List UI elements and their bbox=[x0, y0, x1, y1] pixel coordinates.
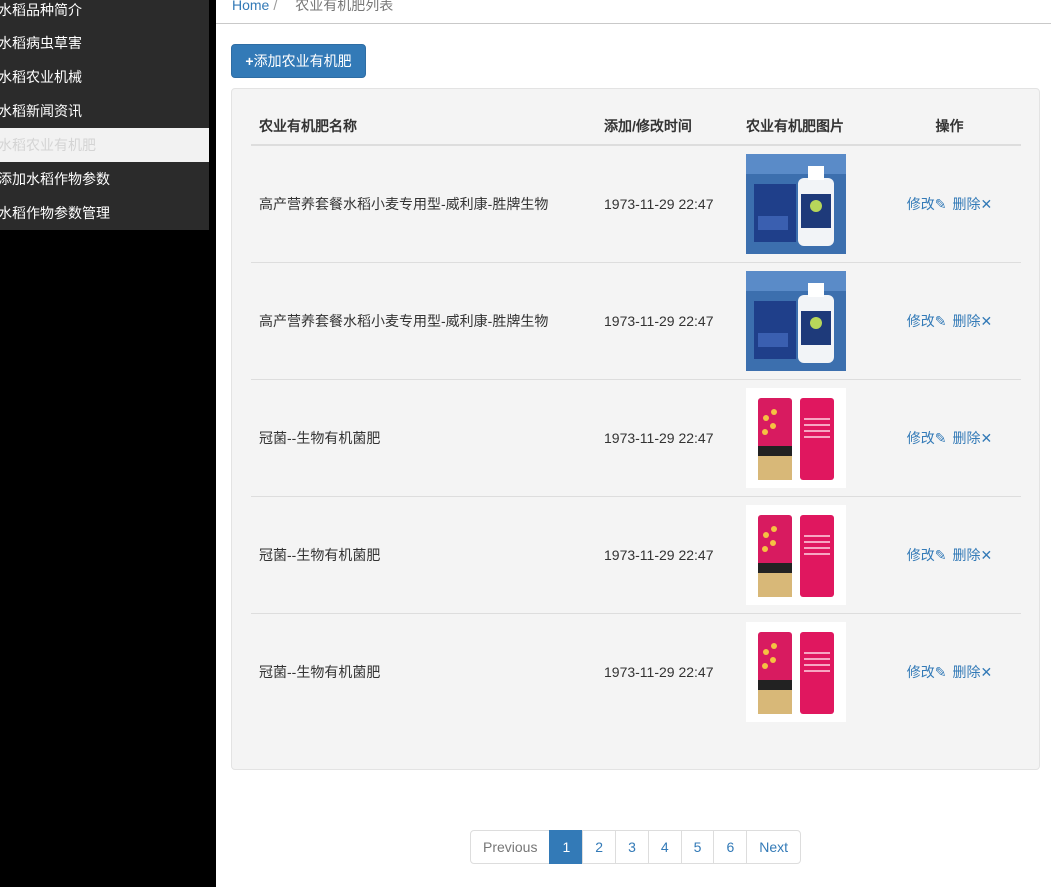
product-image bbox=[746, 270, 846, 371]
delete-label: 删除 bbox=[952, 312, 981, 329]
fertilizer-time: 1973-11-29 22:47 bbox=[604, 195, 714, 212]
table-row: 冠菌--生物有机菌肥 1973-11-29 22:47 修改✎ 删除✕ bbox=[251, 612, 1021, 730]
row-actions: 修改✎ 删除✕ bbox=[878, 145, 1021, 262]
fertilizer-image-cell bbox=[738, 495, 878, 613]
delete-link[interactable]: 删除✕ bbox=[953, 313, 993, 329]
fertilizer-time: 1973-11-29 22:47 bbox=[596, 261, 738, 379]
table-row: 冠菌--生物有机菌肥 1973-11-29 22:47 修改✎ 删除✕ bbox=[251, 495, 1021, 613]
edit-label: 修改 bbox=[906, 195, 935, 212]
column-header-ops: 操作 bbox=[878, 107, 1021, 146]
delete-label: 删除 bbox=[952, 429, 981, 446]
sidebar-item-rice-machinery[interactable]: 水稻农业机械 bbox=[0, 60, 209, 94]
fertilizer-time: 1973-11-29 22:47 bbox=[596, 495, 738, 613]
table-header-row: 农业有机肥名称 添加/修改时间 农业有机肥图片 操作 bbox=[251, 107, 1021, 146]
row-actions: 修改✎ 删除✕ bbox=[878, 495, 1021, 613]
pagination: Previous 1 2 3 4 5 6 Next bbox=[470, 830, 802, 864]
pagination-page-1[interactable]: 1 bbox=[549, 830, 584, 864]
edit-link[interactable]: 修改✎ bbox=[907, 430, 947, 446]
close-icon: ✕ bbox=[980, 546, 993, 563]
close-icon: ✕ bbox=[980, 429, 993, 446]
breadcrumb: Home / 农业有机肥列表 bbox=[216, 0, 1051, 24]
delete-link[interactable]: 删除✕ bbox=[953, 664, 993, 680]
fertilizer-table: 农业有机肥名称 添加/修改时间 农业有机肥图片 操作 高产营养套餐水稻小麦专用型… bbox=[251, 107, 1021, 730]
delete-label: 删除 bbox=[952, 663, 981, 680]
product-image bbox=[746, 504, 846, 605]
plus-icon: + bbox=[245, 53, 254, 69]
sidebar: 水稻品种简介 水稻病虫草害 水稻农业机械 水稻新闻资讯 水稻农业有机肥 添加水稻… bbox=[0, 0, 216, 887]
pagination-next[interactable]: Next bbox=[746, 830, 802, 864]
sidebar-item-rice-news[interactable]: 水稻新闻资讯 bbox=[0, 94, 209, 128]
edit-link[interactable]: 修改✎ bbox=[907, 547, 947, 563]
delete-link[interactable]: 删除✕ bbox=[953, 196, 993, 212]
sidebar-item-rice-pests[interactable]: 水稻病虫草害 bbox=[0, 26, 209, 60]
sidebar-menu: 水稻品种简介 水稻病虫草害 水稻农业机械 水稻新闻资讯 水稻农业有机肥 添加水稻… bbox=[0, 0, 209, 230]
table-row: 高产营养套餐水稻小麦专用型-威利康-胜牌生物 1973-11-29 22:47 修改… bbox=[251, 145, 1021, 262]
product-image bbox=[746, 153, 846, 254]
fertilizer-name: 高产营养套餐水稻小麦专用型-威利康-胜牌生物 bbox=[259, 195, 549, 212]
product-image bbox=[746, 387, 846, 488]
breadcrumb-home-link[interactable]: Home bbox=[232, 0, 269, 13]
table-row: 冠菌--生物有机菌肥 1973-11-29 22:47 修改✎ 删除✕ bbox=[251, 378, 1021, 496]
pagination-page-6[interactable]: 6 bbox=[713, 830, 748, 864]
fertilizer-image-cell bbox=[738, 612, 878, 730]
sidebar-item-organic-fertilizer[interactable]: 水稻农业有机肥 bbox=[0, 128, 209, 162]
edit-label: 修改 bbox=[906, 429, 935, 446]
close-icon: ✕ bbox=[980, 312, 993, 329]
fertilizer-time: 1973-11-29 22:47 bbox=[596, 612, 738, 730]
fertilizer-image-cell bbox=[738, 261, 878, 379]
delete-link[interactable]: 删除✕ bbox=[953, 547, 993, 563]
row-actions: 修改✎ 删除✕ bbox=[878, 612, 1021, 730]
sidebar-item-rice-varieties[interactable]: 水稻品种简介 bbox=[0, 0, 209, 26]
edit-link[interactable]: 修改✎ bbox=[907, 313, 947, 329]
pagination-previous[interactable]: Previous bbox=[470, 830, 551, 864]
fertilizer-name: 冠菌--生物有机菌肥 bbox=[251, 495, 596, 613]
fertilizer-name: 冠菌--生物有机菌肥 bbox=[251, 612, 596, 730]
breadcrumb-current: 农业有机肥列表 bbox=[295, 0, 394, 13]
fertilizer-name: 冠菌--生物有机菌肥 bbox=[251, 378, 596, 496]
add-fertilizer-button[interactable]: +添加农业有机肥 bbox=[231, 44, 366, 78]
sidebar-item-add-crop-params[interactable]: 添加水稻作物参数 bbox=[0, 162, 209, 196]
row-actions: 修改✎ 删除✕ bbox=[878, 261, 1021, 379]
delete-label: 删除 bbox=[952, 195, 981, 212]
pagination-page-2[interactable]: 2 bbox=[582, 830, 617, 864]
add-fertilizer-button-label: 添加农业有机肥 bbox=[253, 53, 352, 69]
column-header-name: 农业有机肥名称 bbox=[251, 107, 596, 146]
pagination-page-4[interactable]: 4 bbox=[647, 830, 682, 864]
fertilizer-image-cell bbox=[738, 378, 878, 496]
sidebar-item-crop-params-manage[interactable]: 水稻作物参数管理 bbox=[0, 196, 209, 230]
edit-label: 修改 bbox=[906, 312, 935, 329]
pencil-icon: ✎ bbox=[934, 195, 947, 212]
row-actions: 修改✎ 删除✕ bbox=[878, 378, 1021, 496]
delete-label: 删除 bbox=[952, 546, 981, 563]
breadcrumb-separator: / bbox=[273, 0, 278, 13]
delete-link[interactable]: 删除✕ bbox=[953, 430, 993, 446]
pencil-icon: ✎ bbox=[934, 546, 947, 563]
column-header-image: 农业有机肥图片 bbox=[738, 107, 878, 146]
close-icon: ✕ bbox=[980, 195, 993, 212]
pencil-icon: ✎ bbox=[934, 429, 947, 446]
table-body: 高产营养套餐水稻小麦专用型-威利康-胜牌生物 1973-11-29 22:47 修改… bbox=[251, 145, 1021, 730]
column-header-time: 添加/修改时间 bbox=[596, 107, 738, 146]
product-image bbox=[746, 621, 846, 722]
edit-label: 修改 bbox=[906, 663, 935, 680]
table-row: 高产营养套餐水稻小麦专用型-威利康-胜牌生物 1973-11-29 22:47 修改… bbox=[251, 261, 1021, 379]
pencil-icon: ✎ bbox=[934, 312, 947, 329]
pagination-page-5[interactable]: 5 bbox=[680, 830, 715, 864]
edit-link[interactable]: 修改✎ bbox=[907, 196, 947, 212]
fertilizer-list-panel: 农业有机肥名称 添加/修改时间 农业有机肥图片 操作 高产营养套餐水稻小麦专用型… bbox=[231, 88, 1040, 770]
pagination-page-3[interactable]: 3 bbox=[615, 830, 649, 864]
fertilizer-image-cell bbox=[738, 145, 878, 262]
pencil-icon: ✎ bbox=[934, 663, 947, 680]
edit-link[interactable]: 修改✎ bbox=[907, 664, 947, 680]
fertilizer-time: 1973-11-29 22:47 bbox=[596, 378, 738, 496]
close-icon: ✕ bbox=[980, 663, 993, 680]
edit-label: 修改 bbox=[906, 546, 935, 563]
fertilizer-name: 高产营养套餐水稻小麦专用型-威利康-胜牌生物 bbox=[251, 261, 596, 379]
